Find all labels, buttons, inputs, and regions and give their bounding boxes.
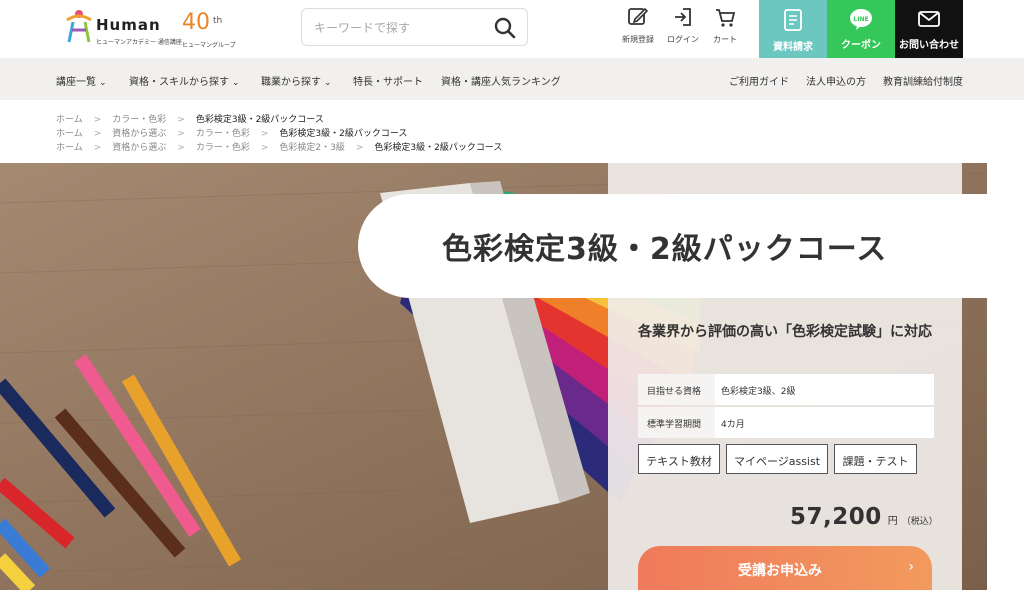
search-box [301, 8, 528, 46]
chevron-down-icon: ⌄ [99, 78, 107, 88]
breadcrumb-link[interactable]: カラー・色彩 [112, 115, 166, 125]
breadcrumb-separator: > [355, 143, 364, 153]
breadcrumb-separator: > [177, 129, 185, 139]
spec-key: 標準学習期間 [638, 407, 715, 438]
line-badge-text: LINE [853, 16, 868, 23]
nav-course-list[interactable]: 講座一覧 ⌄ [56, 73, 107, 88]
nav-training-benefit[interactable]: 教育訓練給付制度 [883, 73, 963, 88]
cart-icon [716, 9, 736, 27]
contact-label: お問い合わせ [899, 40, 959, 51]
tag-mypage-assist: マイページassist [726, 444, 828, 474]
cart-link[interactable]: カート [700, 6, 750, 52]
breadcrumb-current: 色彩検定3級・2級パックコース [279, 129, 408, 139]
tag-textbook: テキスト教材 [638, 444, 720, 474]
nav-find-by-skill-label: 資格・スキルから探す [129, 77, 229, 88]
anniversary-logo: 40 th ヒューマングループ [182, 10, 244, 50]
course-title: 色彩検定3級・2級パックコース [442, 232, 888, 267]
cart-label: カート [713, 35, 737, 44]
logo-subtitle: ヒューマンアカデミー 通信講座 [96, 39, 182, 46]
breadcrumb: ホーム > カラー・色彩 > 色彩検定3級・2級パックコース [56, 112, 324, 125]
breadcrumb-current: 色彩検定3級・2級パックコース [195, 115, 324, 125]
breadcrumb-separator: > [260, 143, 269, 153]
nav-training-benefit-label: 教育訓練給付制度 [883, 77, 963, 88]
anniversary-number: 40 [182, 10, 210, 35]
register-label: 新規登録 [622, 35, 654, 44]
breadcrumb-link[interactable]: ホーム [56, 129, 83, 139]
nav-corporate-label: 法人申込の方 [806, 77, 866, 88]
spec-value: 4カ月 [721, 420, 745, 430]
course-price: 57,200 円（税込） [790, 504, 938, 530]
register-link[interactable]: 新規登録 [613, 6, 663, 52]
logo-text: Human [96, 16, 161, 34]
right-margin [987, 163, 1024, 590]
breadcrumb-current: 色彩検定3級・2級パックコース [374, 143, 503, 153]
breadcrumb-link[interactable]: 資格から選ぶ [112, 143, 166, 153]
course-title-banner: 色彩検定3級・2級パックコース [358, 194, 987, 298]
pencil-edit-icon [628, 7, 649, 25]
apply-label: 受講お申込み [738, 563, 822, 579]
breadcrumb-link[interactable]: 色彩検定2・3級 [279, 143, 344, 153]
breadcrumb-separator: > [260, 129, 269, 139]
breadcrumb: ホーム > 資格から選ぶ > カラー・色彩 > 色彩検定2・3級 > 色彩検定3級・2級パックコ… [56, 140, 503, 153]
breadcrumb-separator: > [93, 129, 102, 139]
spec-key: 目指せる資格 [638, 374, 715, 405]
apply-button[interactable]: 受講お申込み › [638, 546, 932, 590]
nav-find-by-job[interactable]: 職業から探す ⌄ [261, 73, 332, 88]
nav-find-by-skill[interactable]: 資格・スキルから探す ⌄ [129, 73, 240, 88]
breadcrumb-link[interactable]: ホーム [56, 115, 83, 125]
breadcrumb-link[interactable]: カラー・色彩 [196, 143, 250, 153]
course-spec-table: 目指せる資格 色彩検定3級、2級 標準学習期間 4カ月 [638, 374, 934, 440]
human-logo[interactable]: Human ヒューマンアカデミー 通信講座 40 th ヒューマングループ [64, 8, 244, 50]
nav-usage-guide-label: ご利用ガイド [729, 77, 789, 88]
chevron-down-icon: ⌄ [232, 78, 240, 88]
login-icon [675, 8, 691, 26]
nav-features-support[interactable]: 特長・サポート [353, 73, 423, 88]
nav-course-list-label: 講座一覧 [56, 77, 96, 88]
breadcrumb: ホーム > 資格から選ぶ > カラー・色彩 > 色彩検定3級・2級パックコース [56, 126, 408, 139]
breadcrumb-link[interactable]: ホーム [56, 143, 83, 153]
nav-usage-guide[interactable]: ご利用ガイド [729, 73, 789, 88]
tag-assignment-test: 課題・テスト [834, 444, 917, 474]
breadcrumb-separator: > [177, 143, 185, 153]
breadcrumb-separator: > [93, 115, 102, 125]
breadcrumb-separator: > [93, 143, 102, 153]
price-unit: 円 [887, 516, 898, 527]
nav-find-by-job-label: 職業から探す [261, 77, 321, 88]
breadcrumb-link[interactable]: 資格から選ぶ [112, 129, 166, 139]
line-coupon-label: クーポン [841, 40, 881, 51]
document-icon [784, 9, 802, 31]
request-brochure-button[interactable]: 資料請求 [759, 0, 827, 58]
spec-value: 色彩検定3級、2級 [721, 387, 796, 397]
spec-row-study-period: 標準学習期間 4カ月 [638, 407, 934, 438]
spec-row-qualification: 目指せる資格 色彩検定3級、2級 [638, 374, 934, 405]
breadcrumb-link[interactable]: カラー・色彩 [196, 129, 250, 139]
price-amount: 57,200 [790, 504, 882, 530]
line-coupon-button[interactable]: LINE クーポン [827, 0, 895, 58]
course-tagline: 各業界から評価の高い「色彩検定試験」に対応 [638, 324, 932, 340]
request-brochure-label: 資料請求 [773, 42, 813, 53]
nav-ranking[interactable]: 資格・講座人気ランキング [441, 73, 561, 88]
human-logo-icon [66, 10, 92, 43]
anniversary-subtitle: ヒューマングループ [182, 42, 236, 49]
anniversary-suffix: th [213, 16, 223, 26]
nav-ranking-label: 資格・講座人気ランキング [441, 77, 561, 88]
search-icon[interactable] [493, 16, 517, 40]
line-chat-icon: LINE [850, 9, 872, 30]
price-tax-note: （税込） [901, 517, 938, 527]
mail-icon [918, 11, 940, 27]
site-header: Human ヒューマンアカデミー 通信講座 40 th ヒューマングループ 新規… [0, 0, 1024, 58]
search-input[interactable] [314, 18, 484, 38]
main-nav: 講座一覧 ⌄ 資格・スキルから探す ⌄ 職業から探す ⌄ 特長・サポート 資格・講座人… [0, 58, 1024, 100]
nav-corporate[interactable]: 法人申込の方 [806, 73, 866, 88]
breadcrumb-separator: > [177, 115, 185, 125]
chevron-down-icon: ⌄ [324, 78, 332, 88]
contact-button[interactable]: お問い合わせ [895, 0, 963, 58]
nav-features-support-label: 特長・サポート [353, 77, 423, 88]
chevron-right-icon: › [908, 559, 914, 575]
